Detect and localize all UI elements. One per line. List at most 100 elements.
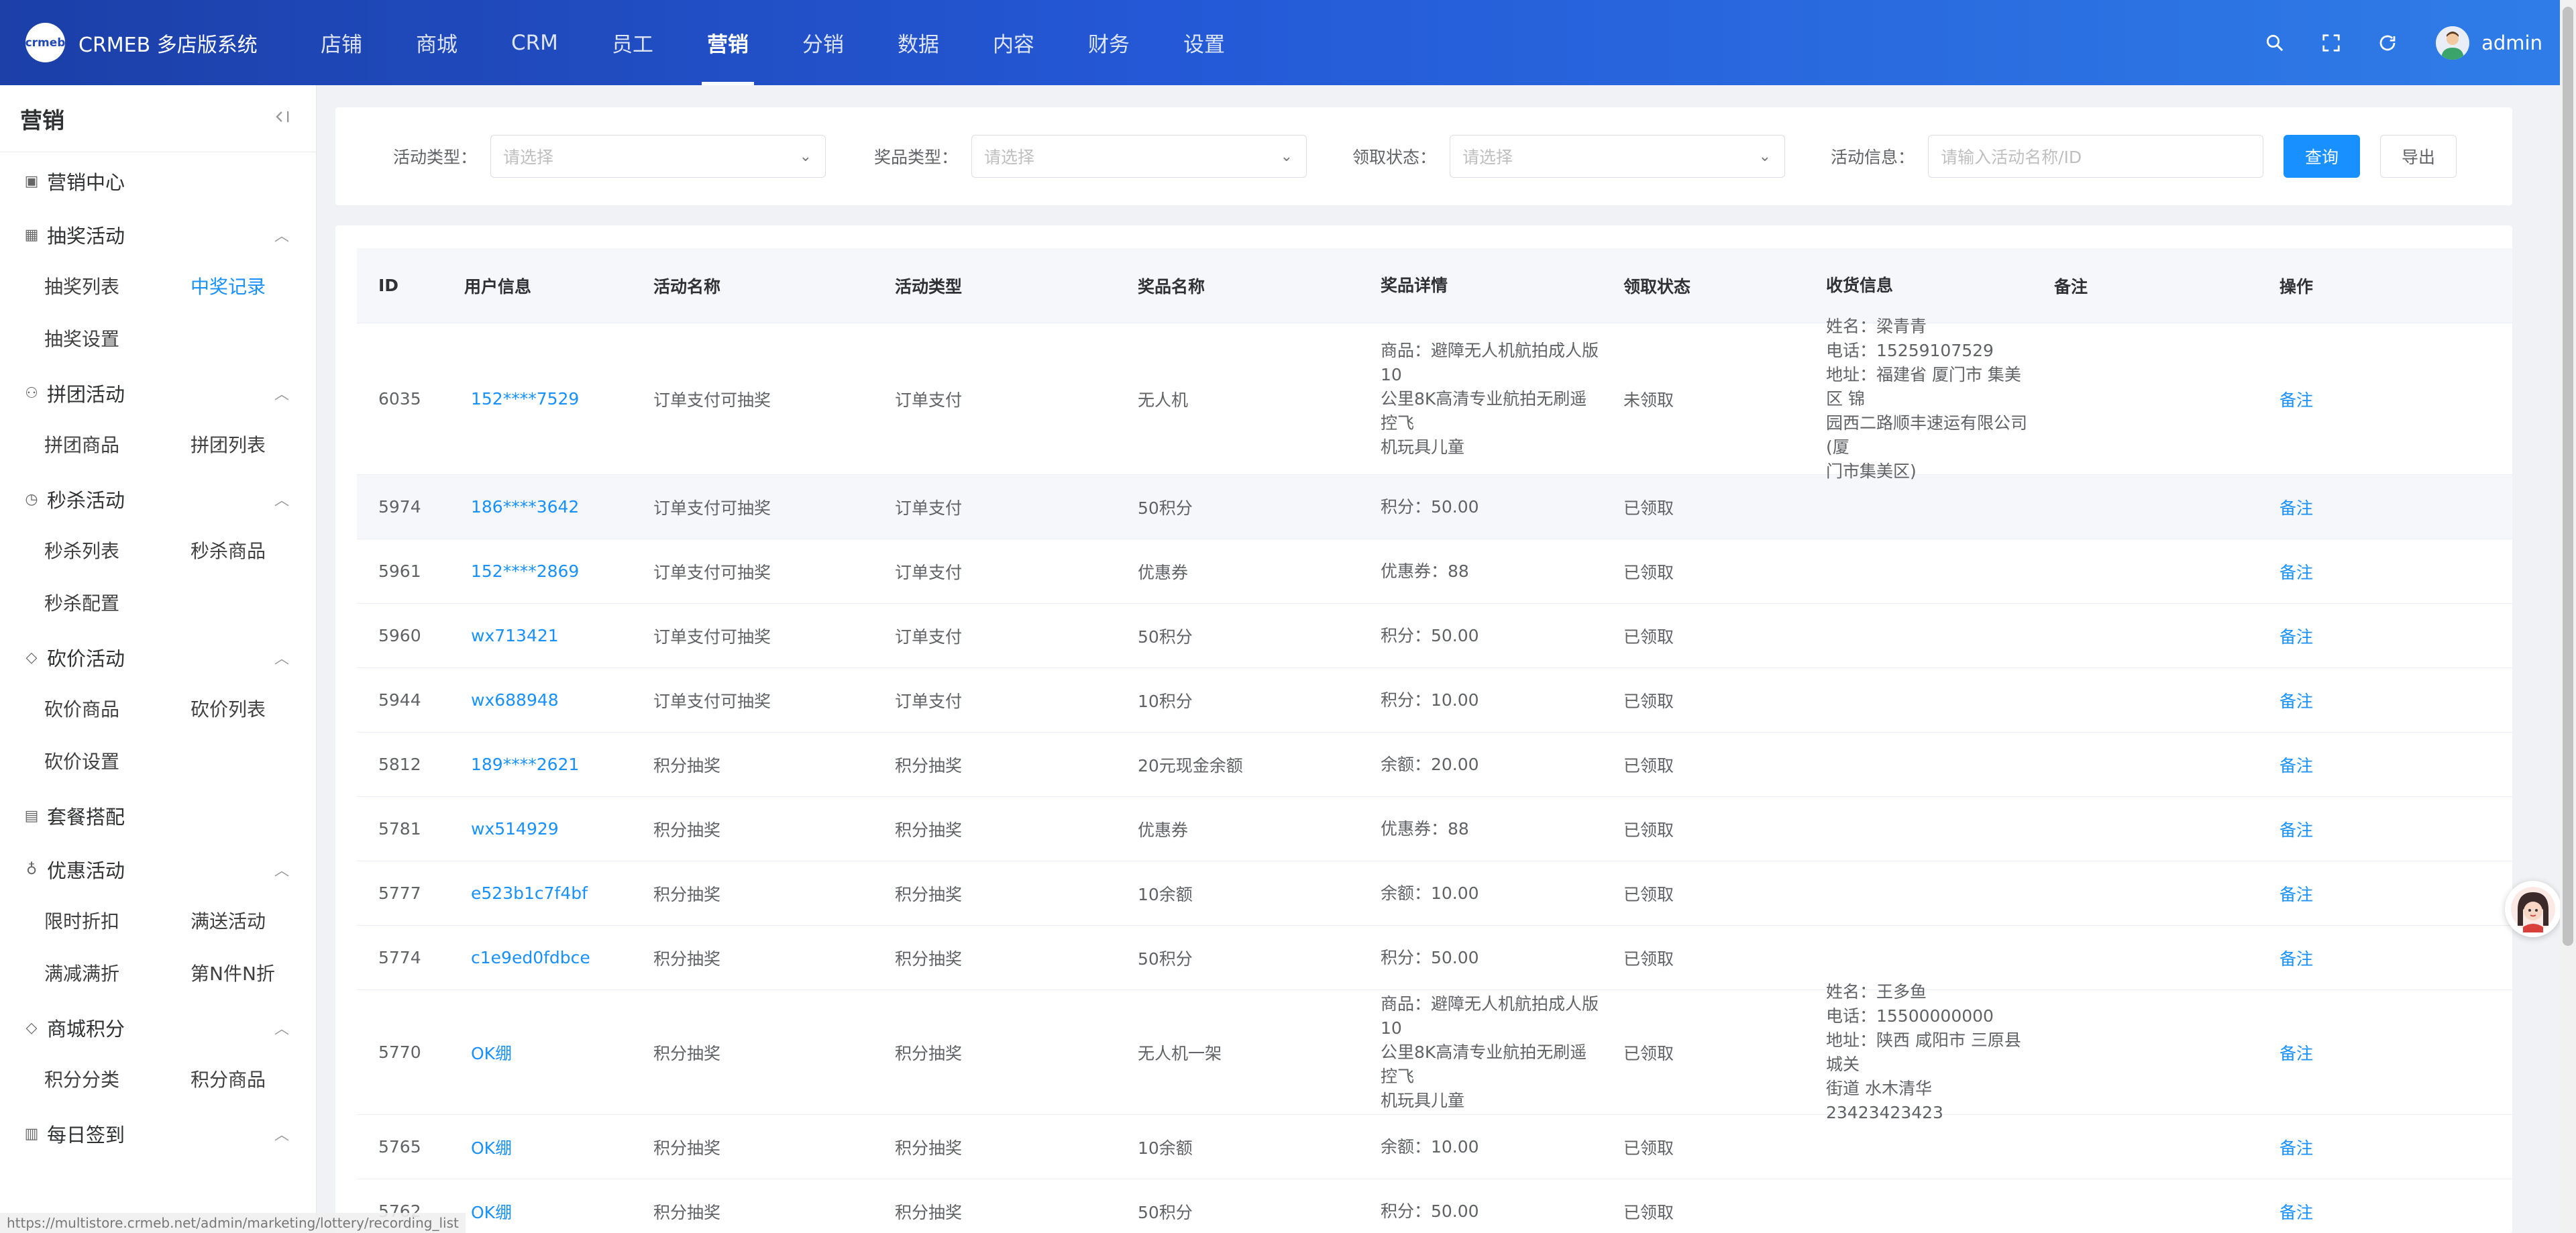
sidebar-item[interactable]: 满送活动 xyxy=(191,894,316,947)
note-action-link[interactable]: 备注 xyxy=(2258,753,2459,777)
prize-detail-line: 机玩具儿童 xyxy=(1381,437,1465,457)
column-header: 收货信息 xyxy=(1826,275,1894,295)
refresh-icon[interactable] xyxy=(2374,30,2401,56)
note-action-link[interactable]: 备注 xyxy=(2258,688,2459,712)
sidebar-group-header[interactable]: ◇ 商城积分 ︿ xyxy=(0,1003,316,1053)
note-action-link[interactable]: 备注 xyxy=(2258,495,2459,519)
chevron-up-icon: ︿ xyxy=(274,1127,289,1144)
user-link[interactable]: e523b1c7f4bf xyxy=(443,883,632,903)
activity-type-label: 活动类型： xyxy=(393,148,478,167)
prize-type-select[interactable]: 请选择 ⌄ xyxy=(971,135,1307,178)
activity-info-input[interactable]: 请输入活动名称/ID xyxy=(1928,135,2264,178)
user-link[interactable]: wx688948 xyxy=(443,690,632,710)
user-link[interactable]: wx514929 xyxy=(443,819,632,839)
search-button[interactable]: 查询 xyxy=(2284,135,2361,178)
user-link[interactable]: wx713421 xyxy=(443,626,632,645)
sidebar-item[interactable]: 拼团商品 xyxy=(44,418,191,470)
user-link[interactable]: 186****3642 xyxy=(443,497,632,517)
customer-service-icon[interactable] xyxy=(2505,881,2561,937)
scrollbar-thumb[interactable] xyxy=(2563,7,2573,946)
user-link[interactable]: c1e9ed0fdbce xyxy=(443,948,632,967)
sidebar-item[interactable]: 积分商品 xyxy=(191,1053,316,1105)
shipping-info: 姓名：梁青青 电话：15259107529 地址：福建省 厦门市 集美区 锦园西二路… xyxy=(1805,315,2033,484)
top-nav-item[interactable]: 财务 xyxy=(1088,0,1130,85)
prize-detail-line: 机玩具儿童 xyxy=(1381,1090,1465,1110)
table-body: 6035 152****7529 订单支付可抽奖 订单支付 无人机 商品：避障无人机航拍成… xyxy=(357,317,2512,1233)
activity-type: 积分抽奖 xyxy=(895,1043,963,1063)
activity-type-select[interactable]: 请选择 ⌄ xyxy=(490,135,826,178)
record-id: 6035 xyxy=(378,389,421,409)
logo[interactable]: crmeb CRMEB 多店版系统 xyxy=(25,23,321,62)
sidebar-group-label: 秒杀活动 xyxy=(47,489,125,512)
sidebar-group-header[interactable]: ◇ 砍价活动 ︿ xyxy=(0,633,316,682)
sidebar-item[interactable]: 砍价列表 xyxy=(191,682,316,735)
prize-name: 10余额 xyxy=(1138,1138,1193,1158)
note-action-link[interactable]: 备注 xyxy=(2258,817,2459,841)
sidebar-item[interactable]: 秒杀商品 xyxy=(191,524,316,576)
prize-detail: 优惠券：88 xyxy=(1359,817,1602,841)
top-nav-item[interactable]: CRM xyxy=(511,0,558,85)
user-name[interactable]: admin xyxy=(2481,32,2542,54)
sidebar-group-header[interactable]: ▦ 抽奖活动 ︿ xyxy=(0,210,316,260)
avatar[interactable] xyxy=(2436,25,2470,60)
top-nav-item[interactable]: 数据 xyxy=(898,0,939,85)
activity-name: 订单支付可抽奖 xyxy=(653,390,771,410)
column-header: 奖品详情 xyxy=(1381,275,1448,295)
user-link[interactable]: 189****2621 xyxy=(443,755,632,774)
sidebar-group-header[interactable]: ♁ 优惠活动 ︿ xyxy=(0,845,316,894)
user-link[interactable]: OK绷 xyxy=(443,1040,632,1065)
sidebar-item[interactable]: 中奖记录 xyxy=(191,260,316,312)
sidebar-item[interactable]: 砍价设置 xyxy=(44,735,191,787)
sidebar-item[interactable]: 抽奖设置 xyxy=(44,312,191,364)
top-nav-item[interactable]: 内容 xyxy=(993,0,1034,85)
top-nav-item[interactable]: 员工 xyxy=(612,0,653,85)
sidebar-item[interactable]: 砍价商品 xyxy=(44,682,191,735)
search-icon[interactable] xyxy=(2261,30,2288,56)
sidebar-group-header[interactable]: ⚇ 拼团活动 ︿ xyxy=(0,368,316,418)
note-action-link[interactable]: 备注 xyxy=(2258,881,2459,906)
logo-mark: crmeb xyxy=(25,23,65,62)
sidebar-group-label: 优惠活动 xyxy=(47,859,125,882)
sidebar-group-header[interactable]: ▤ 套餐搭配 xyxy=(0,791,316,841)
collapse-sidebar-icon[interactable] xyxy=(273,107,292,130)
note-action-link[interactable]: 备注 xyxy=(2258,1199,2459,1224)
top-nav: 店铺 商城 CRM 员工 营销 分销 数据 内容 财务 设置 xyxy=(321,0,1279,85)
top-nav-item[interactable]: 分销 xyxy=(802,0,844,85)
sidebar-group-header[interactable]: ◷ 秒杀活动 ︿ xyxy=(0,474,316,524)
prize-detail-line: 优惠券：88 xyxy=(1381,818,1469,839)
note-action-link[interactable]: 备注 xyxy=(2258,946,2459,970)
sidebar-item[interactable]: 秒杀配置 xyxy=(44,576,191,629)
status-bar-url: https://multistore.crmeb.net/admin/marke… xyxy=(0,1213,466,1233)
sidebar-item[interactable]: 秒杀列表 xyxy=(44,524,191,576)
claim-status-select[interactable]: 请选择 ⌄ xyxy=(1450,135,1786,178)
user-link[interactable]: 152****7529 xyxy=(443,389,632,409)
sidebar-item[interactable]: 限时折扣 xyxy=(44,894,191,947)
top-nav-item[interactable]: 设置 xyxy=(1183,0,1225,85)
sidebar-item[interactable]: 满减满折 xyxy=(44,947,191,999)
note-action-link[interactable]: 备注 xyxy=(2258,1135,2459,1159)
alarm-icon: ◷ xyxy=(25,490,38,508)
sidebar-item[interactable]: 抽奖列表 xyxy=(44,260,191,312)
export-button[interactable]: 导出 xyxy=(2380,135,2457,178)
sidebar-group-header[interactable]: ▥ 每日签到 ︿ xyxy=(0,1109,316,1159)
user-link[interactable]: OK绷 xyxy=(443,1199,632,1224)
note-action-link[interactable]: 备注 xyxy=(2258,624,2459,648)
sidebar-item[interactable]: 积分分类 xyxy=(44,1053,191,1105)
sidebar-submenu: 抽奖列表 中奖记录 抽奖设置 xyxy=(0,260,316,364)
top-nav-item[interactable]: 商城 xyxy=(416,0,458,85)
note-action-link[interactable]: 备注 xyxy=(2258,559,2459,584)
page-scrollbar[interactable] xyxy=(2560,0,2576,1233)
sidebar-group-header[interactable]: ▣ 营销中心 xyxy=(0,156,316,206)
shop-icon: ▣ xyxy=(24,172,39,190)
top-nav-item[interactable]: 营销 xyxy=(701,0,754,85)
user-link[interactable]: OK绷 xyxy=(443,1135,632,1159)
note-action-link[interactable]: 备注 xyxy=(2258,1040,2459,1065)
top-nav-item[interactable]: 店铺 xyxy=(321,0,362,85)
prize-name: 50积分 xyxy=(1138,949,1193,969)
sidebar-item[interactable]: 拼团列表 xyxy=(191,418,316,470)
note-action-link[interactable]: 备注 xyxy=(2258,387,2459,411)
sidebar-item[interactable]: 第N件N折 xyxy=(191,947,316,999)
fullscreen-icon[interactable] xyxy=(2318,30,2345,56)
prize-name: 优惠券 xyxy=(1138,820,1189,840)
user-link[interactable]: 152****2869 xyxy=(443,561,632,581)
